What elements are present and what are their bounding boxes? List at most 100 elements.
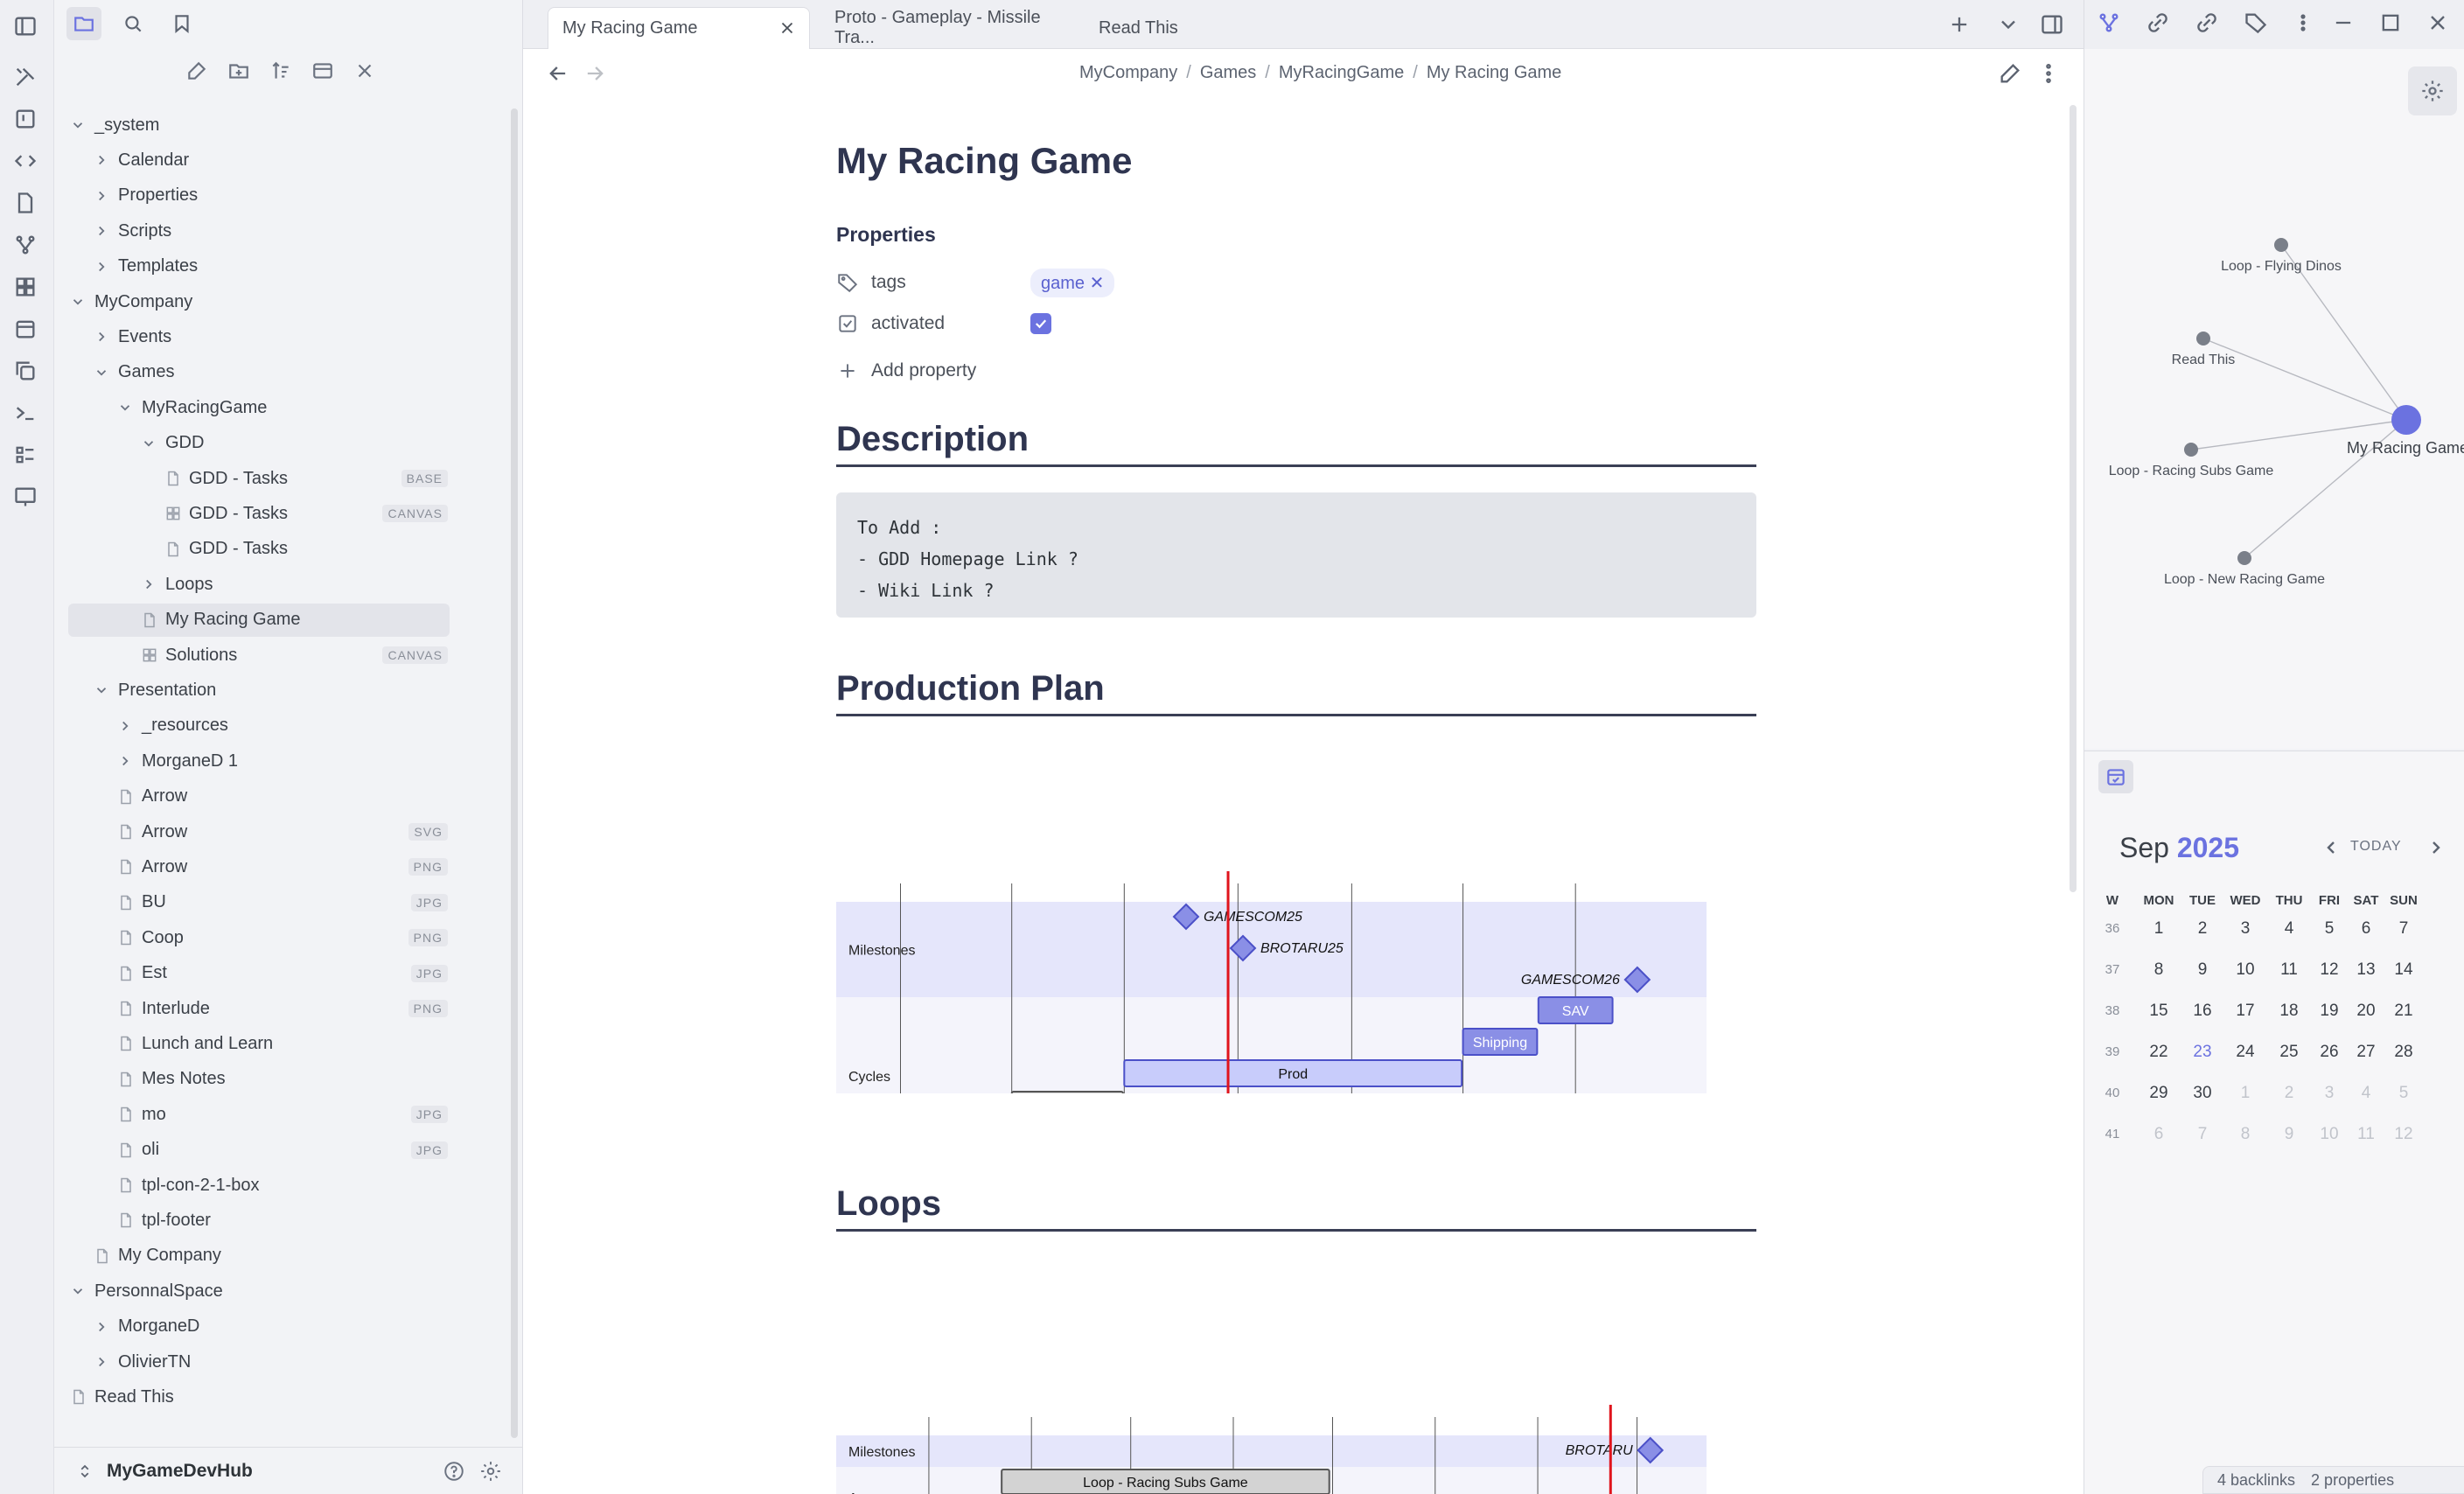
calendar-day[interactable]: 29: [2139, 1084, 2179, 1103]
tree-folder[interactable]: MyCompany: [70, 285, 448, 318]
sidebar-toggle-icon[interactable]: [11, 12, 39, 40]
calendar-day[interactable]: 26: [2309, 1043, 2349, 1062]
calendar-day[interactable]: 22: [2139, 1043, 2179, 1062]
calendar-day[interactable]: 7: [2182, 1125, 2223, 1144]
calendar-day[interactable]: 8: [2225, 1125, 2265, 1144]
chevron-down-icon[interactable]: [94, 365, 109, 380]
settings-icon[interactable]: [479, 1460, 502, 1487]
new-tab-icon[interactable]: [1947, 12, 1972, 37]
more-panels-icon[interactable]: [2291, 10, 2317, 37]
outgoing-links-icon[interactable]: [2195, 10, 2221, 37]
edit-pencil-icon[interactable]: [1998, 61, 2022, 86]
tree-file[interactable]: Interlude PNG: [117, 992, 448, 1025]
chevron-down-icon[interactable]: [141, 436, 157, 451]
tags-panel-icon[interactable]: [2244, 10, 2270, 37]
tree-file[interactable]: Mes Notes: [117, 1063, 448, 1096]
tree-folder[interactable]: Templates: [94, 250, 448, 283]
chevron-right-icon[interactable]: [94, 223, 109, 239]
auto-reveal-icon[interactable]: [311, 59, 334, 87]
list-icon[interactable]: [11, 441, 39, 469]
calendar-day[interactable]: 9: [2269, 1125, 2309, 1144]
tree-folder[interactable]: Scripts: [94, 214, 448, 248]
tab-read-this[interactable]: Read This: [1085, 7, 1260, 49]
calendar-day[interactable]: 10: [2225, 960, 2265, 980]
code-block[interactable]: To Add : - GDD Homepage Link ? - Wiki Li…: [836, 492, 1756, 618]
calendar-week-number[interactable]: 41: [2092, 1127, 2132, 1141]
chevron-right-icon[interactable]: [94, 152, 109, 168]
calendar-week-number[interactable]: 37: [2092, 962, 2132, 977]
terminal-icon[interactable]: [11, 399, 39, 427]
chevron-right-icon[interactable]: [94, 329, 109, 345]
next-month-icon[interactable]: [2426, 837, 2447, 858]
calendar-check-icon[interactable]: [2098, 760, 2133, 793]
window-close-icon[interactable]: [2426, 10, 2452, 37]
tree-file[interactable]: Lunch and Learn: [117, 1027, 448, 1060]
calendar-day[interactable]: 8: [2139, 960, 2179, 980]
tree-file[interactable]: GDD - Tasks BASE: [164, 462, 448, 495]
breadcrumb-item[interactable]: MyCompany: [1079, 63, 1177, 82]
new-folder-icon[interactable]: [227, 59, 250, 87]
activated-checkbox[interactable]: [1030, 313, 1051, 334]
tree-folder[interactable]: PersonnalSpace: [70, 1274, 448, 1308]
right-sidebar-toggle-icon[interactable]: [2040, 12, 2064, 37]
calendar-week-number[interactable]: 39: [2092, 1044, 2132, 1059]
tree-folder[interactable]: Games: [94, 356, 448, 389]
tree-file[interactable]: oli JPG: [117, 1134, 448, 1167]
today-button[interactable]: TODAY: [2350, 839, 2402, 855]
calendar-day[interactable]: 18: [2269, 1002, 2309, 1021]
calendar-day[interactable]: 23: [2182, 1043, 2223, 1062]
tree-file[interactable]: Arrow: [117, 780, 448, 813]
tree-file[interactable]: GDD - Tasks CANVAS: [164, 497, 448, 530]
calendar-week-number[interactable]: 38: [2092, 1003, 2132, 1018]
tree-folder[interactable]: Presentation: [94, 674, 448, 707]
daily-note-icon[interactable]: [11, 315, 39, 343]
tree-file[interactable]: GDD - Tasks: [164, 533, 448, 566]
chevron-right-icon[interactable]: [94, 188, 109, 204]
backlinks-count[interactable]: 4 backlinks: [2217, 1471, 2295, 1490]
calendar-day[interactable]: 27: [2346, 1043, 2386, 1062]
chevron-down-icon[interactable]: [70, 117, 86, 133]
calendar-day[interactable]: 24: [2225, 1043, 2265, 1062]
calendar-day[interactable]: 16: [2182, 1002, 2223, 1021]
tab-my-racing-game[interactable]: My Racing Game: [548, 7, 810, 49]
close-icon[interactable]: [778, 18, 797, 38]
calendar-day[interactable]: 3: [2309, 1084, 2349, 1103]
calendar-day[interactable]: 6: [2346, 919, 2386, 939]
tree-file[interactable]: Arrow PNG: [117, 850, 448, 883]
tree-file[interactable]: Solutions CANVAS: [141, 639, 448, 672]
chevron-down-icon[interactable]: [117, 400, 133, 415]
tree-folder[interactable]: Loops: [141, 568, 448, 601]
calendar-day[interactable]: 12: [2384, 1125, 2424, 1144]
templater-icon[interactable]: [11, 147, 39, 175]
collapse-all-icon[interactable]: [353, 59, 376, 87]
tree-file[interactable]: Read This: [70, 1380, 448, 1414]
chevron-right-icon[interactable]: [141, 576, 157, 592]
tree-folder[interactable]: Calendar: [94, 143, 448, 177]
tree-folder[interactable]: Events: [94, 320, 448, 353]
chevron-right-icon[interactable]: [117, 718, 133, 734]
calendar-day[interactable]: 13: [2346, 960, 2386, 980]
tree-folder[interactable]: GDD: [141, 427, 448, 460]
forward-arrow-icon[interactable]: [583, 61, 607, 86]
tools-icon[interactable]: [11, 63, 39, 91]
slides-icon[interactable]: [11, 483, 39, 511]
calendar-week-number[interactable]: 36: [2092, 921, 2132, 936]
graph-view-icon[interactable]: [11, 231, 39, 259]
chevron-right-icon[interactable]: [94, 259, 109, 275]
calendar-day[interactable]: 14: [2384, 960, 2424, 980]
breadcrumb-current[interactable]: My Racing Game: [1427, 63, 1562, 82]
chevron-down-icon[interactable]: [70, 1283, 86, 1299]
chevron-down-icon[interactable]: [70, 294, 86, 310]
breadcrumb-item[interactable]: MyRacingGame: [1279, 63, 1404, 82]
calendar-day[interactable]: 3: [2225, 919, 2265, 939]
calendar-day[interactable]: 4: [2346, 1084, 2386, 1103]
calendar-day[interactable]: 4: [2269, 919, 2309, 939]
properties-count[interactable]: 2 properties: [2311, 1471, 2394, 1490]
calendar-day[interactable]: 9: [2182, 960, 2223, 980]
calendar-day[interactable]: 2: [2182, 919, 2223, 939]
calendar-day[interactable]: 1: [2139, 919, 2179, 939]
calendar-day[interactable]: 25: [2269, 1043, 2309, 1062]
tree-file[interactable]: BU JPG: [117, 886, 448, 919]
more-options-icon[interactable]: [2036, 61, 2061, 86]
tree-folder[interactable]: _resources: [117, 709, 448, 743]
